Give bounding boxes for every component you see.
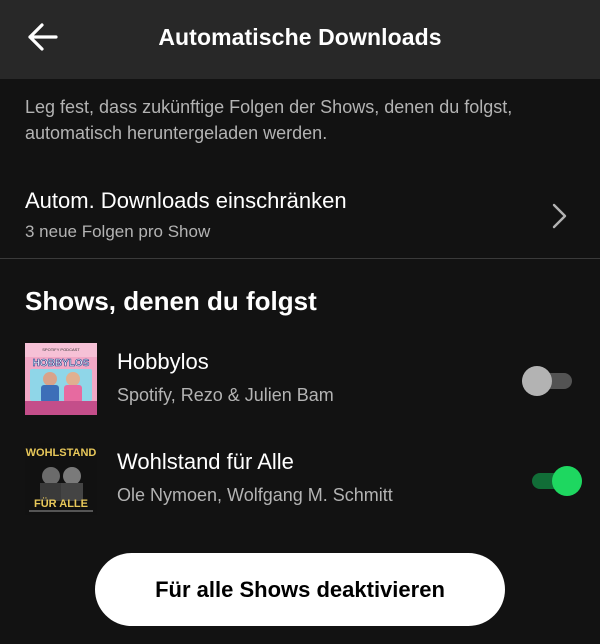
show-cover-hobbylos: SPOTIFY PODCAST HOBBYLOS: [25, 343, 97, 415]
deactivate-all-button[interactable]: Für alle Shows deaktivieren: [95, 553, 505, 626]
section-title: Shows, denen du folgst: [25, 286, 317, 316]
limit-downloads-subtitle: 3 neue Folgen pro Show: [25, 222, 211, 241]
show-cover-wohlstand: WOHLSTAND FÜR ALLE: [25, 443, 97, 515]
toggle-knob: [552, 466, 582, 496]
toggle-knob: [522, 366, 552, 396]
auto-download-toggle-hobbylos[interactable]: [522, 363, 572, 399]
show-title: Wohlstand für Alle: [117, 449, 294, 474]
svg-text:WOHLSTAND: WOHLSTAND: [26, 447, 97, 459]
auto-download-toggle-wohlstand[interactable]: [532, 463, 582, 499]
show-title: Hobbylos: [117, 349, 209, 374]
show-artist: Spotify, Rezo & Julien Bam: [117, 385, 334, 405]
app-header: Automatische Downloads: [0, 0, 600, 79]
svg-text:FÜR ALLE: FÜR ALLE: [34, 497, 88, 510]
page-title: Automatische Downloads: [158, 24, 442, 50]
chevron-right-icon: [552, 203, 567, 229]
section-divider: [0, 258, 600, 259]
svg-text:SPOTIFY PODCAST: SPOTIFY PODCAST: [42, 347, 80, 352]
svg-text:HOBBYLOS: HOBBYLOS: [33, 358, 90, 369]
show-row-hobbylos[interactable]: SPOTIFY PODCAST HOBBYLOS Hobbylos Spotif…: [0, 343, 600, 423]
show-artist: Ole Nymoen, Wolfgang M. Schmitt: [117, 485, 393, 505]
show-row-wohlstand[interactable]: WOHLSTAND FÜR ALLE Wohlstand für Alle Ol…: [0, 443, 600, 523]
limit-downloads-title: Autom. Downloads einschränken: [25, 188, 347, 213]
description-text: Leg fest, dass zukünftige Folgen der Sho…: [25, 97, 513, 143]
limit-downloads-row[interactable]: Autom. Downloads einschränken 3 neue Fol…: [0, 176, 600, 258]
